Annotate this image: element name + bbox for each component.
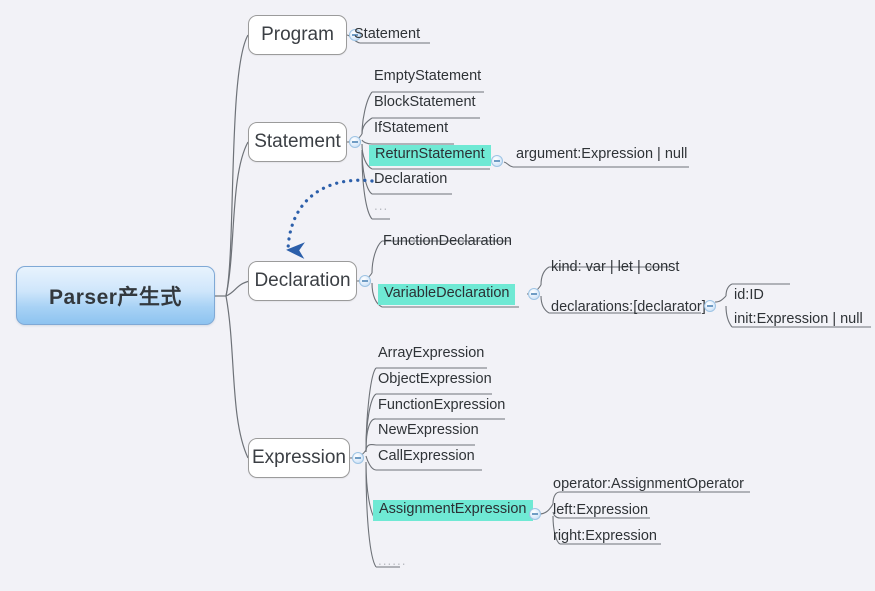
collapse-toggle-assignment-expression[interactable] [529, 508, 541, 520]
leaf-assignment-left[interactable]: left:Expression [550, 502, 651, 521]
leaf-declaration-of-statement[interactable]: Declaration [371, 171, 450, 190]
leaf-empty-statement[interactable]: EmptyStatement [371, 68, 484, 87]
leaf-assignment-right[interactable]: right:Expression [550, 528, 660, 547]
leaf-array-expression[interactable]: ArrayExpression [375, 345, 487, 364]
branch-node-statement[interactable]: Statement [248, 122, 347, 162]
branch-node-expression-label: Expression [252, 447, 346, 468]
root-node[interactable]: Parser产生式 [16, 266, 215, 325]
collapse-toggle-variable-declaration[interactable] [528, 288, 540, 300]
leaf-expression-ellipsis: ...... [378, 553, 407, 568]
leaf-return-statement[interactable]: ReturnStatement [369, 145, 491, 166]
leaf-assignment-operator[interactable]: operator:AssignmentOperator [550, 476, 747, 495]
leaf-variable-declaration[interactable]: VariableDeclaration [378, 284, 516, 305]
branch-node-declaration-label: Declaration [254, 270, 351, 291]
branch-node-program-label: Program [261, 24, 334, 45]
branch-node-expression[interactable]: Expression [248, 438, 350, 478]
branch-node-statement-label: Statement [254, 131, 341, 152]
leaf-variable-declaration-kind[interactable]: kind: var | let | const [548, 259, 682, 278]
leaf-return-statement-argument[interactable]: argument:Expression | null [513, 146, 690, 165]
collapse-toggle-return-statement[interactable] [491, 155, 503, 167]
branch-node-declaration[interactable]: Declaration [248, 261, 357, 301]
leaf-statement-of-program[interactable]: Statement [351, 26, 423, 45]
leaf-object-expression[interactable]: ObjectExpression [375, 371, 495, 390]
mindmap-canvas: Parser产生式 Program Statement Statement Em… [0, 0, 875, 591]
leaf-variable-declaration-declarations[interactable]: declarations:[declarator] [548, 299, 709, 318]
leaf-assignment-expression[interactable]: AssignmentExpression [373, 500, 533, 521]
leaf-if-statement[interactable]: IfStatement [371, 120, 451, 139]
leaf-new-expression[interactable]: NewExpression [375, 422, 482, 441]
collapse-toggle-declarations[interactable] [704, 300, 716, 312]
branch-node-program[interactable]: Program [248, 15, 347, 55]
leaf-statement-ellipsis: ... [374, 198, 389, 213]
leaf-function-expression[interactable]: FunctionExpression [375, 397, 508, 416]
leaf-call-expression[interactable]: CallExpression [375, 448, 478, 467]
leaf-declarator-id[interactable]: id:ID [731, 287, 767, 306]
leaf-function-declaration[interactable]: FunctionDeclaration [380, 233, 515, 252]
leaf-block-statement[interactable]: BlockStatement [371, 94, 479, 113]
leaf-declarator-init[interactable]: init:Expression | null [731, 311, 866, 330]
collapse-toggle-declaration[interactable] [359, 275, 371, 287]
collapse-toggle-expression[interactable] [352, 452, 364, 464]
root-node-label: Parser产生式 [49, 285, 182, 309]
collapse-toggle-statement[interactable] [349, 136, 361, 148]
